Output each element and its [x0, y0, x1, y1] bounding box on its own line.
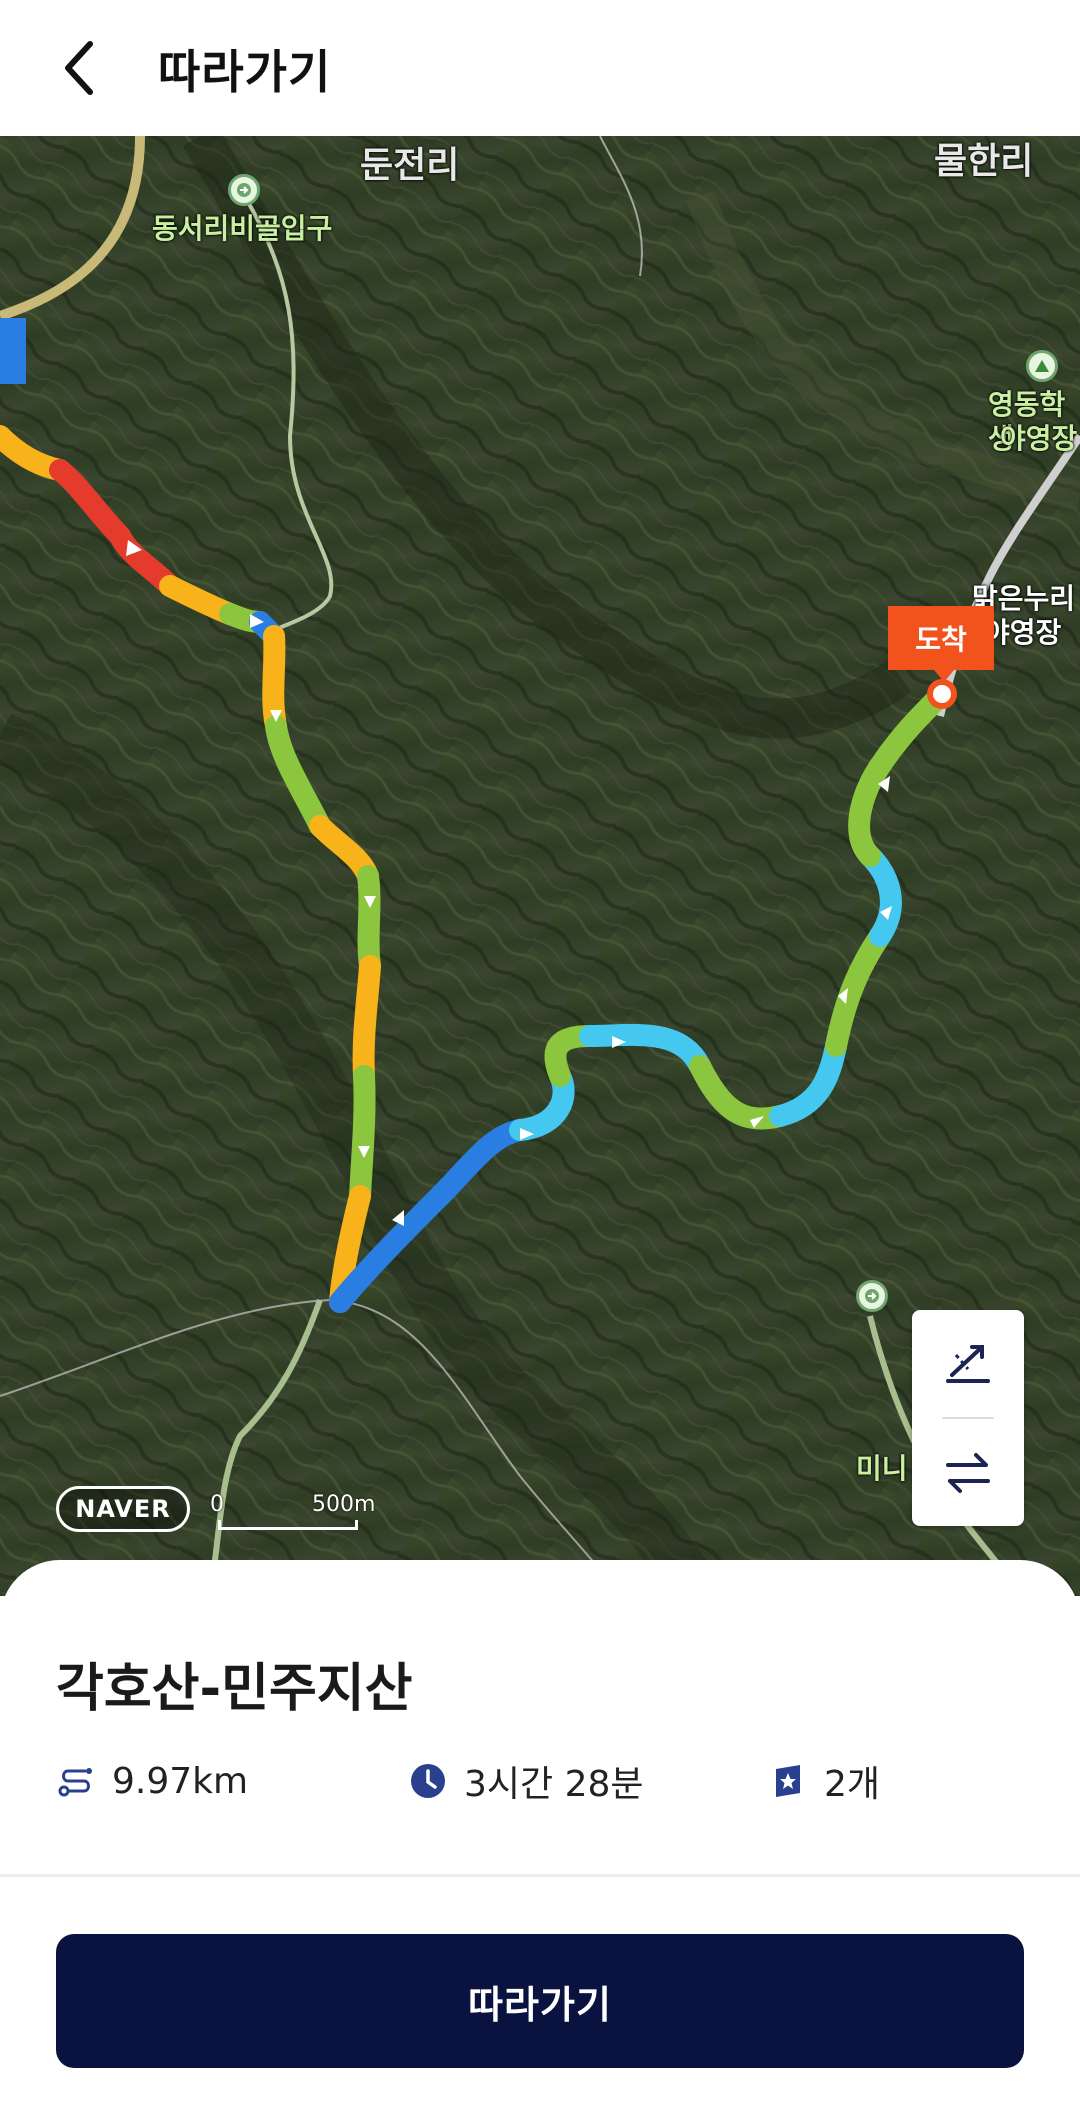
stat-distance: 9.97km — [56, 1756, 248, 1806]
map-scale: 0 500m — [210, 1492, 375, 1532]
app-header: 따라가기 — [0, 0, 1080, 136]
page-title: 따라가기 — [158, 45, 332, 99]
naver-logo: NAVER — [56, 1486, 190, 1532]
chevron-left-icon — [65, 41, 93, 95]
elevation-chart-icon — [946, 1345, 990, 1383]
scale-start: 0 — [210, 1492, 224, 1517]
sheet-divider — [0, 1874, 1080, 1877]
stat-duration: 3시간 28분 — [408, 1756, 644, 1806]
map-controls — [912, 1310, 1024, 1526]
map-label-poi: 동서리비골입구 — [152, 212, 333, 245]
map-label-poi: 미니 — [856, 1452, 908, 1485]
reverse-route-button[interactable] — [912, 1420, 1024, 1526]
trailhead-icon[interactable] — [228, 174, 260, 206]
course-sheet: 각호산-민주지산 9.97km 3시간 28분 2개 따라가기 — [0, 1560, 1080, 2106]
map-label-village: 물한리 — [934, 141, 1034, 182]
stamps-value: 2개 — [824, 1764, 881, 1805]
trailhead-icon[interactable] — [856, 1280, 888, 1312]
stamp-badge-icon — [768, 1761, 808, 1801]
map-label-village: 둔전리 — [360, 145, 460, 186]
stat-stamps: 2개 — [768, 1756, 880, 1806]
elevation-button[interactable] — [912, 1310, 1024, 1416]
scale-bar — [218, 1520, 358, 1530]
course-name: 각호산-민주지산 — [56, 1659, 413, 1719]
reverse-route-icon — [946, 1453, 990, 1493]
distance-value: 9.97km — [112, 1760, 249, 1802]
clock-icon — [408, 1761, 448, 1801]
campsite-icon[interactable] — [1026, 350, 1058, 382]
map-label-poi: 야영장 — [1000, 422, 1078, 455]
map-label-poi: 야영장 — [984, 616, 1062, 649]
scale-distance: 500m — [312, 1492, 376, 1517]
route-map[interactable]: 둔전리 물한리 동서리비골입구 영동학생 야영장 맑은누리 야영장 도착 미니 … — [0, 136, 1080, 1596]
back-button[interactable] — [56, 28, 136, 108]
arrival-badge: 도착 — [888, 606, 994, 682]
course-stats: 9.97km 3시간 28분 2개 — [56, 1756, 1056, 1806]
control-divider — [942, 1417, 994, 1419]
duration-value: 3시간 28분 — [464, 1764, 644, 1805]
route-distance-icon — [56, 1761, 96, 1801]
follow-button[interactable]: 따라가기 — [56, 1934, 1024, 2068]
